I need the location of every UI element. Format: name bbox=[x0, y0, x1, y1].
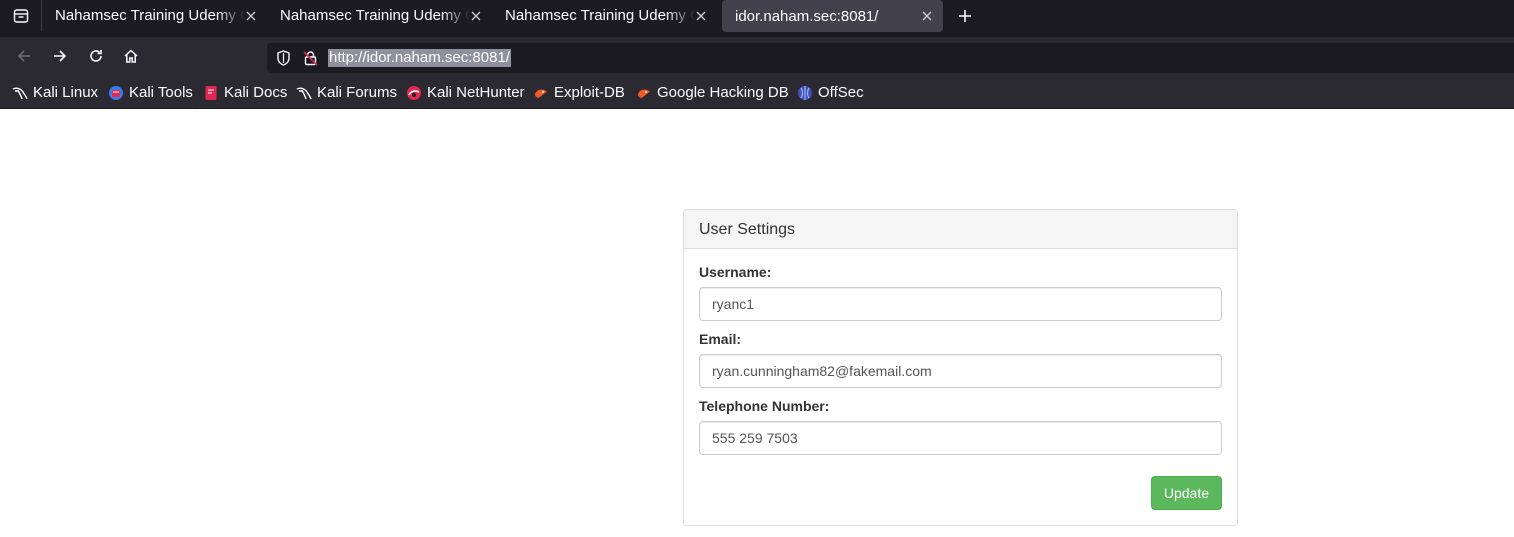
offsec-icon bbox=[797, 85, 813, 101]
arrow-right-icon bbox=[54, 50, 67, 62]
telephone-label: Telephone Number: bbox=[699, 398, 830, 414]
reload-button[interactable] bbox=[85, 45, 107, 67]
bookmark-kali-linux[interactable]: Kali Linux bbox=[12, 84, 98, 101]
nethunter-icon bbox=[406, 85, 422, 101]
kali-tools-icon bbox=[108, 85, 124, 101]
bookmark-label: Kali Docs bbox=[224, 84, 288, 101]
tab-title: Nahamsec Training Udemy Course bbox=[505, 7, 695, 24]
email-group: Email: bbox=[699, 331, 1222, 388]
reload-icon bbox=[90, 50, 102, 62]
plus-icon bbox=[959, 10, 971, 22]
close-tab-icon[interactable] bbox=[919, 8, 935, 24]
email-label: Email: bbox=[699, 331, 742, 347]
bookmark-kali-nethunter[interactable]: Kali NetHunter bbox=[406, 84, 525, 101]
exploit-db-icon bbox=[636, 85, 652, 101]
home-button[interactable] bbox=[120, 45, 142, 67]
kali-docs-icon bbox=[203, 85, 219, 101]
tab-title: idor.naham.sec:8081/ bbox=[735, 7, 879, 25]
email-input[interactable] bbox=[699, 354, 1222, 388]
bookmark-google-hacking-db[interactable]: Google Hacking DB bbox=[636, 84, 789, 101]
tab-overview-icon bbox=[13, 8, 28, 23]
bookmark-label: Kali Forums bbox=[317, 84, 398, 101]
tab-active[interactable]: idor.naham.sec:8081/ bbox=[722, 0, 943, 32]
tab-strip: Nahamsec Training Udemy Course Nahamsec … bbox=[0, 0, 1514, 37]
tracking-protection-shield-icon[interactable] bbox=[276, 50, 291, 71]
bookmark-label: Kali NetHunter bbox=[427, 84, 525, 101]
forward-button[interactable] bbox=[49, 45, 71, 67]
kali-dragon-icon bbox=[296, 85, 312, 101]
bookmark-kali-tools[interactable]: Kali Tools bbox=[108, 84, 193, 101]
user-settings-form: Username: Email: Telephone Number: bbox=[684, 249, 1237, 480]
bookmark-kali-docs[interactable]: Kali Docs bbox=[203, 84, 287, 101]
update-button[interactable]: Update bbox=[1150, 476, 1222, 510]
username-input[interactable] bbox=[699, 287, 1222, 321]
bookmark-label: OffSec bbox=[818, 84, 864, 101]
url-text[interactable]: http://idor.naham.sec:8081/ bbox=[328, 49, 511, 67]
bookmark-label: Google Hacking DB bbox=[657, 84, 789, 101]
bookmarks-toolbar: Kali Linux Kali Tools Kali Docs Kali For… bbox=[0, 74, 1514, 109]
tab-2[interactable]: Nahamsec Training Udemy Course bbox=[267, 0, 492, 31]
new-tab-button[interactable] bbox=[953, 4, 977, 28]
tab-title: Nahamsec Training Udemy Course bbox=[280, 7, 470, 24]
bookmark-label: Kali Linux bbox=[33, 84, 99, 101]
address-bar[interactable]: http://idor.naham.sec:8081/ bbox=[267, 43, 1514, 73]
close-tab-icon[interactable] bbox=[693, 8, 709, 24]
close-tab-icon[interactable] bbox=[243, 8, 259, 24]
bookmark-label: Kali Tools bbox=[129, 84, 193, 101]
back-button[interactable] bbox=[13, 45, 35, 67]
page-content: User Settings Username: Email: Telephone… bbox=[0, 109, 1514, 537]
username-group: Username: bbox=[699, 264, 1222, 321]
telephone-input[interactable] bbox=[699, 421, 1222, 455]
user-settings-panel: User Settings Username: Email: Telephone… bbox=[683, 209, 1238, 526]
tab-title: Nahamsec Training Udemy Course bbox=[55, 7, 245, 24]
tab-3[interactable]: Nahamsec Training Udemy Course bbox=[492, 0, 717, 31]
kali-dragon-icon bbox=[12, 85, 28, 101]
panel-heading: User Settings bbox=[684, 210, 1237, 249]
list-all-tabs-button[interactable] bbox=[0, 0, 42, 31]
close-tab-icon[interactable] bbox=[468, 8, 484, 24]
telephone-group: Telephone Number: bbox=[699, 398, 1222, 455]
insecure-lock-icon[interactable] bbox=[303, 50, 318, 71]
arrow-left-icon bbox=[17, 50, 30, 62]
bookmark-kali-forums[interactable]: Kali Forums bbox=[296, 84, 397, 101]
home-icon bbox=[124, 49, 138, 63]
bookmark-label: Exploit-DB bbox=[554, 84, 625, 101]
username-label: Username: bbox=[699, 264, 772, 280]
tab-1[interactable]: Nahamsec Training Udemy Course bbox=[42, 0, 267, 31]
exploit-db-icon bbox=[533, 85, 549, 101]
bookmark-offsec[interactable]: OffSec bbox=[797, 84, 864, 101]
bookmark-exploit-db[interactable]: Exploit-DB bbox=[533, 84, 625, 101]
